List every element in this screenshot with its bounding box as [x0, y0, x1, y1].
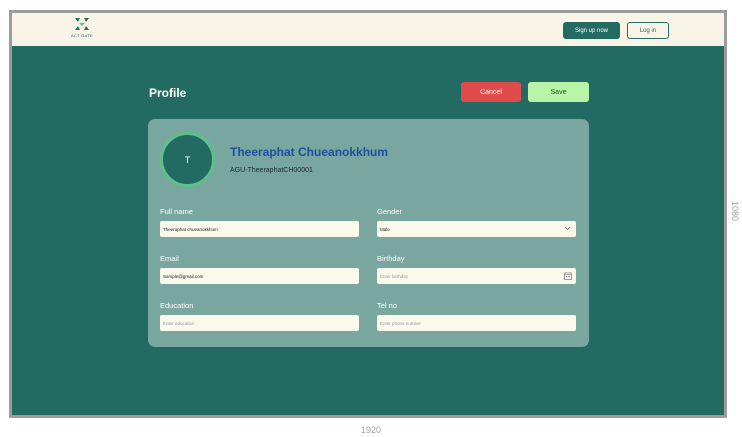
full-name-label: Full name [160, 207, 193, 216]
logo-mark-icon [75, 18, 89, 30]
education-input[interactable]: Enter education [160, 315, 359, 331]
save-button[interactable]: Save [528, 82, 589, 102]
logo[interactable]: ACT GATE [64, 18, 100, 44]
email-input[interactable]: Sample@gmail.com [160, 268, 359, 284]
tel-input[interactable]: Enter phone number [377, 315, 576, 331]
gender-select[interactable]: Male [377, 221, 576, 237]
birthday-input[interactable]: Enter birthday [377, 268, 576, 284]
full-name-input[interactable]: Theeraphat chueanokkhum [160, 221, 359, 237]
profile-card: T Theeraphat Chueanokkhum AGU-Theeraphat… [148, 119, 589, 347]
email-label: Email [160, 254, 179, 263]
chevron-down-icon [563, 224, 572, 233]
canvas-width-annotation: 1920 [360, 425, 382, 435]
log-in-button[interactable]: Log in [627, 22, 669, 39]
user-id: AGU-TheeraphatCH00001 [230, 167, 313, 174]
app-window: ACT GATE Sign up now Log in Profile Canc… [12, 13, 724, 415]
education-label: Education [160, 301, 194, 310]
user-name: Theeraphat Chueanokkhum [230, 145, 389, 159]
sign-up-button[interactable]: Sign up now [563, 22, 620, 39]
gender-label: Gender [377, 207, 403, 216]
top-navbar: ACT GATE Sign up now Log in [12, 13, 724, 46]
tel-label: Tel no [377, 301, 398, 310]
avatar[interactable]: T [160, 132, 215, 187]
birthday-placeholder: Enter birthday [380, 273, 409, 279]
gender-value: Male [380, 226, 390, 232]
logo-text: ACT GATE [70, 33, 94, 38]
canvas-height-annotation: 1080 [730, 200, 740, 222]
cancel-button[interactable]: Cancel [461, 82, 521, 102]
birthday-label: Birthday [377, 254, 405, 263]
calendar-icon[interactable] [563, 271, 572, 280]
page-title: Profile [149, 86, 187, 100]
